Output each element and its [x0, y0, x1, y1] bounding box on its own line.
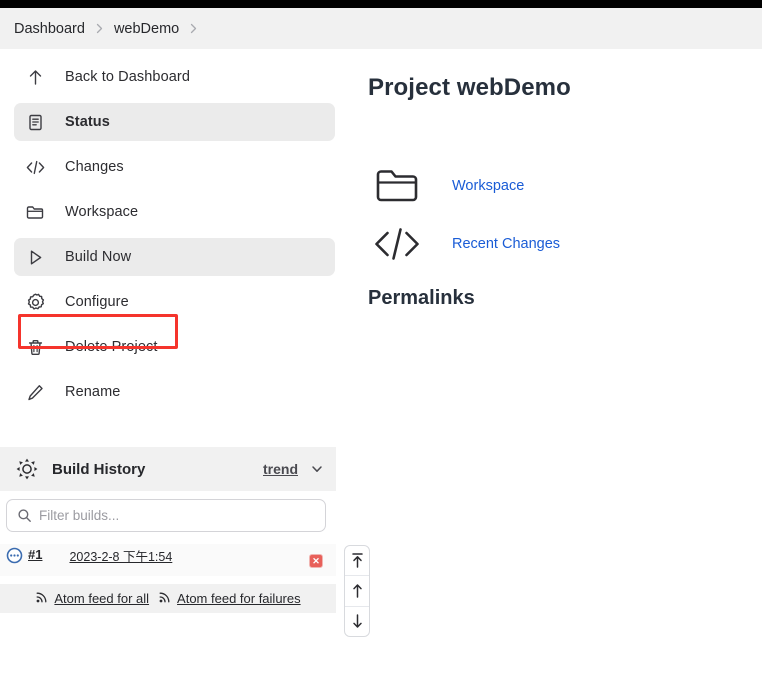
- breadcrumb-item-dashboard[interactable]: Dashboard: [14, 21, 85, 37]
- folder-icon: [368, 164, 426, 208]
- atom-feed-label: Atom feed for all: [54, 591, 150, 606]
- code-icon: [368, 222, 426, 266]
- build-meta: 2023-2-8 下午1:54: [69, 546, 172, 565]
- trash-icon: [24, 336, 46, 358]
- sidebar-item-label: Status: [65, 114, 110, 130]
- folder-icon: [24, 201, 46, 223]
- chevron-down-icon[interactable]: [310, 462, 324, 476]
- sidebar-item-label: Delete Project: [65, 339, 158, 355]
- sidebar-item-rename[interactable]: Rename: [14, 373, 335, 411]
- recent-changes-link-row[interactable]: Recent Changes: [368, 222, 748, 266]
- sidebar-item-back-to-dashboard[interactable]: Back to Dashboard: [14, 58, 335, 96]
- sidebar-item-status[interactable]: Status: [14, 103, 335, 141]
- sidebar-item-label: Workspace: [65, 204, 139, 220]
- workspace-link-row[interactable]: Workspace: [368, 164, 748, 208]
- arrow-up-icon: [24, 66, 46, 88]
- scroll-up-button[interactable]: [345, 575, 369, 605]
- filter-builds-input[interactable]: [6, 499, 326, 532]
- atom-feed-for-failures-link[interactable]: Atom feed for failures: [158, 590, 301, 607]
- sidebar-nav: Back to Dashboard Status Changes Workspa…: [0, 58, 340, 411]
- document-icon: [24, 111, 46, 133]
- stop-build-glyph: ✕: [312, 555, 320, 566]
- sidebar-item-workspace[interactable]: Workspace: [14, 193, 335, 231]
- scroll-to-top-button[interactable]: [345, 546, 369, 575]
- build-timestamp-link[interactable]: 2023-2-8 下午1:54: [69, 546, 172, 565]
- sidebar-item-label: Rename: [65, 384, 121, 400]
- play-icon: [24, 246, 46, 268]
- sidebar-item-label: Configure: [65, 294, 129, 310]
- gear-icon: [24, 291, 46, 313]
- build-history-row[interactable]: #1 2023-2-8 下午1:54: [0, 544, 336, 576]
- sidebar-item-label: Back to Dashboard: [65, 69, 191, 85]
- pencil-icon: [24, 381, 46, 403]
- sidebar-item-label: Changes: [65, 159, 124, 175]
- atom-feed-label: Atom feed for failures: [177, 591, 301, 606]
- recent-changes-link[interactable]: Recent Changes: [452, 236, 560, 252]
- chevron-right-icon: [188, 23, 199, 34]
- build-number-link[interactable]: #1: [28, 547, 42, 562]
- build-history-title: Build History: [52, 460, 146, 478]
- atom-feed-bar: Atom feed for all Atom feed for failures: [0, 584, 336, 613]
- arrow-down-icon: [352, 614, 362, 628]
- code-icon: [24, 156, 46, 178]
- build-history-scroll-controls: [344, 545, 370, 637]
- build-filter: [6, 499, 326, 532]
- weather-trend-icon: [14, 456, 40, 482]
- page-title: Project webDemo: [368, 74, 571, 101]
- rss-icon: [35, 590, 49, 607]
- build-history-header: Build History trend: [0, 447, 336, 491]
- sidebar-item-build-now[interactable]: Build Now: [14, 238, 335, 276]
- rss-icon: [158, 590, 172, 607]
- sidebar-item-changes[interactable]: Changes: [14, 148, 335, 186]
- stop-build-icon[interactable]: ✕: [309, 554, 323, 568]
- window-top-strip: [0, 0, 762, 8]
- workspace-link[interactable]: Workspace: [452, 178, 524, 194]
- scroll-down-button[interactable]: [345, 605, 369, 636]
- atom-feed-for-all-link[interactable]: Atom feed for all: [35, 590, 149, 607]
- sidebar-item-label: Build Now: [65, 249, 132, 265]
- chevron-right-icon: [94, 23, 105, 34]
- sidebar-item-delete-project[interactable]: Delete Project: [14, 328, 335, 366]
- sidebar: Back to Dashboard Status Changes Workspa…: [0, 58, 340, 418]
- arrow-up-icon: [352, 584, 362, 599]
- arrow-to-top-icon: [351, 553, 363, 568]
- pending-ball-icon: [6, 547, 23, 564]
- build-history-trend-link[interactable]: trend: [263, 461, 298, 477]
- breadcrumb-item-webdemo[interactable]: webDemo: [114, 21, 179, 37]
- permalinks-title: Permalinks: [368, 287, 475, 309]
- breadcrumb: Dashboard webDemo: [0, 8, 762, 49]
- main-content: Project webDemo Workspace Recent Changes…: [368, 74, 748, 310]
- sidebar-item-configure[interactable]: Configure: [14, 283, 335, 321]
